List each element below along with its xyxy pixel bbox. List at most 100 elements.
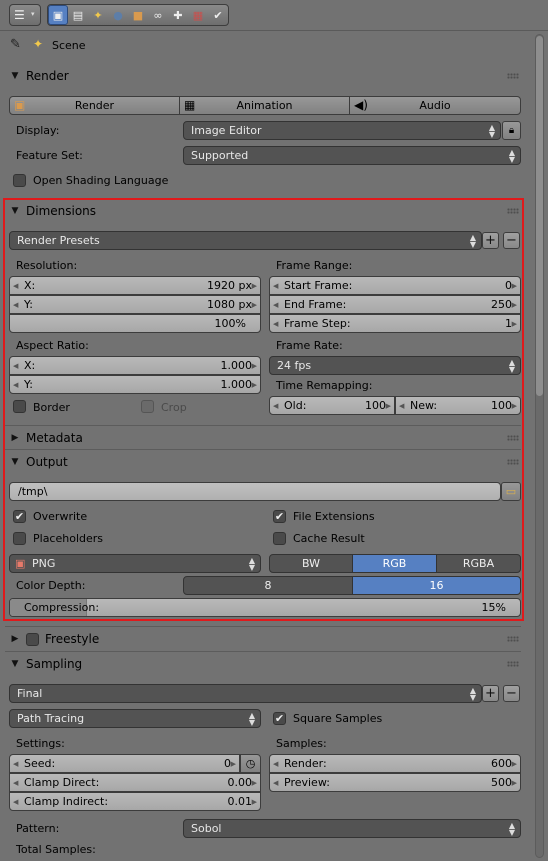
resolution-x-field[interactable]: ◀ X: 1920 px ▶ (9, 276, 261, 295)
animation-button[interactable]: ▦ Animation (179, 96, 350, 115)
panel-title: Sampling (26, 657, 83, 671)
left-arrow-icon: ◀ (273, 401, 279, 410)
render-layers-icon: ▤ (72, 8, 84, 22)
color-mode-rgba[interactable]: RGBA (436, 554, 521, 573)
clamp-indirect-field[interactable]: ◀ Clamp Indirect: 0.01 ▶ (9, 792, 261, 811)
frame-rate-dropdown[interactable]: 24 fps ▲ ▼ (269, 356, 521, 375)
scene-icon: ✦ (93, 8, 103, 22)
panel-title: Output (26, 455, 68, 469)
clamp-direct-field[interactable]: ◀ Clamp Direct: 0.00 ▶ (9, 773, 261, 792)
frame-rate-label: Frame Rate: (276, 339, 343, 352)
audio-button[interactable]: ◀) Audio (349, 96, 521, 115)
frame-step-field[interactable]: ◀ Frame Step: 1 ▶ (269, 314, 521, 333)
brush-context-tab[interactable]: ✔ (208, 5, 228, 25)
chevron-down-icon: ▾ (31, 10, 35, 18)
aspect-ratio-label: Aspect Ratio: (16, 339, 89, 352)
plus-icon: + (485, 233, 496, 248)
file-format-dropdown[interactable]: ▣ PNG ▲ ▼ (9, 554, 261, 573)
integrator-dropdown[interactable]: Path Tracing ▲ ▼ (9, 709, 261, 728)
render-panel-header[interactable]: ▼ Render (5, 64, 525, 88)
settings-label: Settings: (16, 737, 65, 750)
square-samples-checkbox[interactable]: ✔ (273, 712, 286, 725)
drag-grip-icon[interactable] (507, 636, 519, 642)
frame-range-label: Frame Range: (276, 259, 353, 272)
sampling-panel-header[interactable]: ▼ Sampling (5, 652, 525, 676)
lock-icon: 🔒︎ (508, 125, 515, 136)
drag-grip-icon[interactable] (507, 208, 519, 214)
start-frame-field[interactable]: ◀ Start Frame: 0 ▶ (269, 276, 521, 295)
add-preset-button[interactable]: + (482, 232, 499, 249)
add-preset-button[interactable]: + (482, 685, 499, 702)
drag-grip-icon[interactable] (507, 73, 519, 79)
file-extensions-label: File Extensions (293, 510, 375, 523)
overwrite-checkbox[interactable]: ✔ (13, 510, 26, 523)
world-context-tab[interactable]: ● (108, 5, 128, 25)
updown-arrows-icon: ▲ ▼ (469, 686, 476, 702)
metadata-panel-header[interactable]: ▶ Metadata (5, 426, 525, 450)
lock-interface-button[interactable]: 🔒︎ (502, 121, 521, 140)
left-arrow-icon: ◀ (13, 361, 19, 370)
render-presets-dropdown[interactable]: Render Presets ▲ ▼ (9, 231, 482, 250)
right-arrow-icon: ▶ (511, 759, 517, 768)
pin-icon[interactable]: ✎ (10, 38, 21, 52)
resolution-percentage-field[interactable]: 100% (9, 314, 261, 333)
render-context-tab[interactable]: ▣ (48, 5, 68, 25)
browse-folder-button[interactable]: ▭ (501, 482, 521, 501)
color-depth-8[interactable]: 8 (183, 576, 353, 595)
properties-header: ☰ ▾ ▣ ▤ ✦ ● ■ ∞ ✚ ▦ ✔ (0, 0, 548, 31)
aspect-x-field[interactable]: ◀ X: 1.000 ▶ (9, 356, 261, 375)
preview-samples-field[interactable]: ◀ Preview: 500 ▶ (269, 773, 521, 792)
file-extensions-checkbox[interactable]: ✔ (273, 510, 286, 523)
right-arrow-icon: ▶ (251, 778, 257, 787)
remove-preset-button[interactable]: − (503, 232, 520, 249)
color-mode-bw[interactable]: BW (269, 554, 353, 573)
render-layers-context-tab[interactable]: ▤ (68, 5, 88, 25)
left-arrow-icon: ◀ (13, 281, 19, 290)
left-arrow-icon: ◀ (13, 380, 19, 389)
constraints-context-tab[interactable]: ∞ (148, 5, 168, 25)
aspect-y-field[interactable]: ◀ Y: 1.000 ▶ (9, 375, 261, 394)
overwrite-label: Overwrite (33, 510, 88, 523)
output-path-field[interactable]: /tmp\ (9, 482, 501, 501)
cache-result-checkbox[interactable] (273, 532, 286, 545)
display-dropdown[interactable]: Image Editor ▲ ▼ (183, 121, 501, 140)
editor-type-button[interactable]: ☰ ▾ (9, 4, 41, 26)
compression-slider[interactable]: Compression: 15% (9, 598, 521, 617)
drag-grip-icon[interactable] (507, 435, 519, 441)
freestyle-panel-header[interactable]: ▶ Freestyle (5, 627, 525, 651)
placeholders-checkbox[interactable] (13, 532, 26, 545)
render-samples-field[interactable]: ◀ Render: 600 ▶ (269, 754, 521, 773)
resolution-y-field[interactable]: ◀ Y: 1080 px ▶ (9, 295, 261, 314)
color-depth-16[interactable]: 16 (352, 576, 521, 595)
end-frame-field[interactable]: ◀ End Frame: 250 ▶ (269, 295, 521, 314)
border-label: Border (33, 401, 70, 414)
speaker-icon: ◀) (354, 98, 368, 112)
output-panel-header[interactable]: ▼ Output (5, 450, 525, 474)
scene-context-tab[interactable]: ✦ (88, 5, 108, 25)
time-remap-old-field[interactable]: ◀ Old: 100 ▶ (269, 396, 395, 415)
updown-arrows-icon: ▲ ▼ (469, 233, 476, 249)
seed-field[interactable]: ◀ Seed: 0 ▶ (9, 754, 240, 773)
crop-checkbox[interactable] (141, 400, 154, 413)
remove-preset-button[interactable]: − (503, 685, 520, 702)
border-checkbox[interactable] (13, 400, 26, 413)
object-icon: ■ (132, 8, 144, 22)
plus-icon: + (485, 686, 496, 701)
render-button[interactable]: ▣ Render (9, 96, 180, 115)
pattern-dropdown[interactable]: Sobol ▲ ▼ (183, 819, 521, 838)
osl-checkbox[interactable] (13, 174, 26, 187)
samples-label: Samples: (276, 737, 327, 750)
animated-seed-toggle[interactable]: ◷ (240, 754, 261, 773)
scrollbar-thumb[interactable] (536, 36, 543, 396)
drag-grip-icon[interactable] (507, 459, 519, 465)
sampling-presets-dropdown[interactable]: Final ▲ ▼ (9, 684, 482, 703)
freestyle-checkbox[interactable] (26, 632, 39, 646)
color-mode-rgb[interactable]: RGB (352, 554, 437, 573)
dimensions-panel-header[interactable]: ▼ Dimensions (5, 199, 525, 223)
time-remap-new-field[interactable]: ◀ New: 100 ▶ (395, 396, 521, 415)
modifiers-context-tab[interactable]: ✚ (168, 5, 188, 25)
texture-context-tab[interactable]: ▦ (188, 5, 208, 25)
object-context-tab[interactable]: ■ (128, 5, 148, 25)
drag-grip-icon[interactable] (507, 661, 519, 667)
feature-set-dropdown[interactable]: Supported ▲ ▼ (183, 146, 521, 165)
